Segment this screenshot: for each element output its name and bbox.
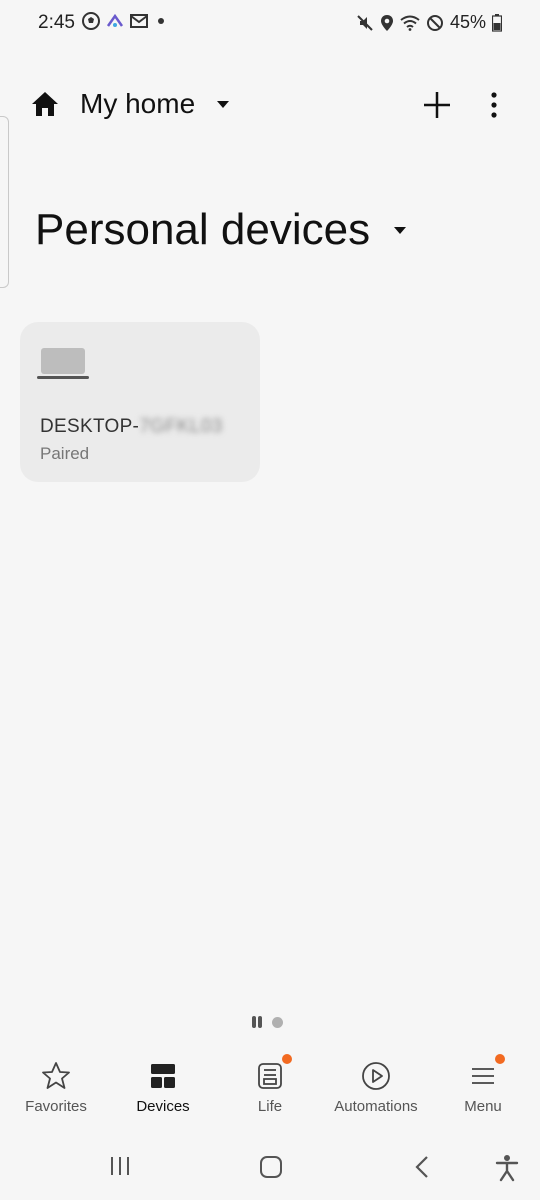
section-title[interactable]: Personal devices <box>35 205 370 255</box>
devices-grid-icon <box>151 1064 175 1088</box>
nav-label: Menu <box>464 1098 502 1115</box>
wifi-icon <box>400 15 420 31</box>
chevron-down-icon[interactable] <box>392 224 408 236</box>
status-bar: 2:45 45% <box>0 0 540 46</box>
chevron-down-icon[interactable] <box>215 98 231 110</box>
gmail-icon <box>130 14 148 28</box>
star-icon <box>42 1062 70 1089</box>
soccer-icon <box>82 12 100 30</box>
mute-icon <box>357 14 373 31</box>
app-header: My home <box>0 70 540 140</box>
notification-badge <box>495 1054 505 1064</box>
nav-life[interactable]: Life <box>220 1054 320 1115</box>
home-button-icon[interactable] <box>258 1154 284 1180</box>
device-status: Paired <box>40 444 90 463</box>
nav-label: Devices <box>136 1098 190 1115</box>
home-icon <box>32 92 58 116</box>
nav-automations[interactable]: Automations <box>326 1058 426 1115</box>
status-time: 2:45 <box>38 12 75 33</box>
edge-panel-handle[interactable] <box>0 116 9 288</box>
system-nav-bar <box>0 1140 540 1200</box>
nav-menu[interactable]: Menu <box>433 1054 533 1115</box>
nav-label: Automations <box>334 1098 418 1115</box>
accessibility-icon[interactable] <box>494 1154 520 1182</box>
more-options-button[interactable] <box>482 88 506 122</box>
pager-dot[interactable] <box>272 1016 283 1028</box>
device-name: DESKTOP-7GFKL03 <box>40 416 223 437</box>
life-icon <box>258 1063 282 1089</box>
notification-badge <box>282 1054 292 1064</box>
app-icon <box>106 13 124 27</box>
device-card[interactable]: DESKTOP-7GFKL03 Paired <box>20 322 260 482</box>
pager-dot-active[interactable] <box>252 1016 264 1028</box>
location-icon <box>380 14 393 31</box>
blocked-icon <box>426 14 443 31</box>
nav-label: Favorites <box>25 1098 87 1115</box>
play-circle-icon <box>362 1062 390 1090</box>
laptop-icon <box>37 348 89 379</box>
battery-percent: 45% <box>449 12 486 32</box>
menu-icon <box>472 1068 494 1084</box>
nav-label: Life <box>257 1098 283 1115</box>
home-selector[interactable]: My home <box>80 88 195 120</box>
nav-favorites[interactable]: Favorites <box>6 1058 106 1115</box>
dot-icon <box>158 18 164 24</box>
battery-icon <box>492 13 502 32</box>
recents-icon[interactable] <box>108 1154 132 1178</box>
add-button[interactable] <box>420 88 454 122</box>
nav-devices[interactable]: Devices <box>113 1058 213 1115</box>
back-icon[interactable] <box>412 1154 432 1180</box>
page-indicator[interactable] <box>252 1016 283 1028</box>
bottom-nav: Favorites Devices Life Automations Menu <box>0 1050 540 1134</box>
